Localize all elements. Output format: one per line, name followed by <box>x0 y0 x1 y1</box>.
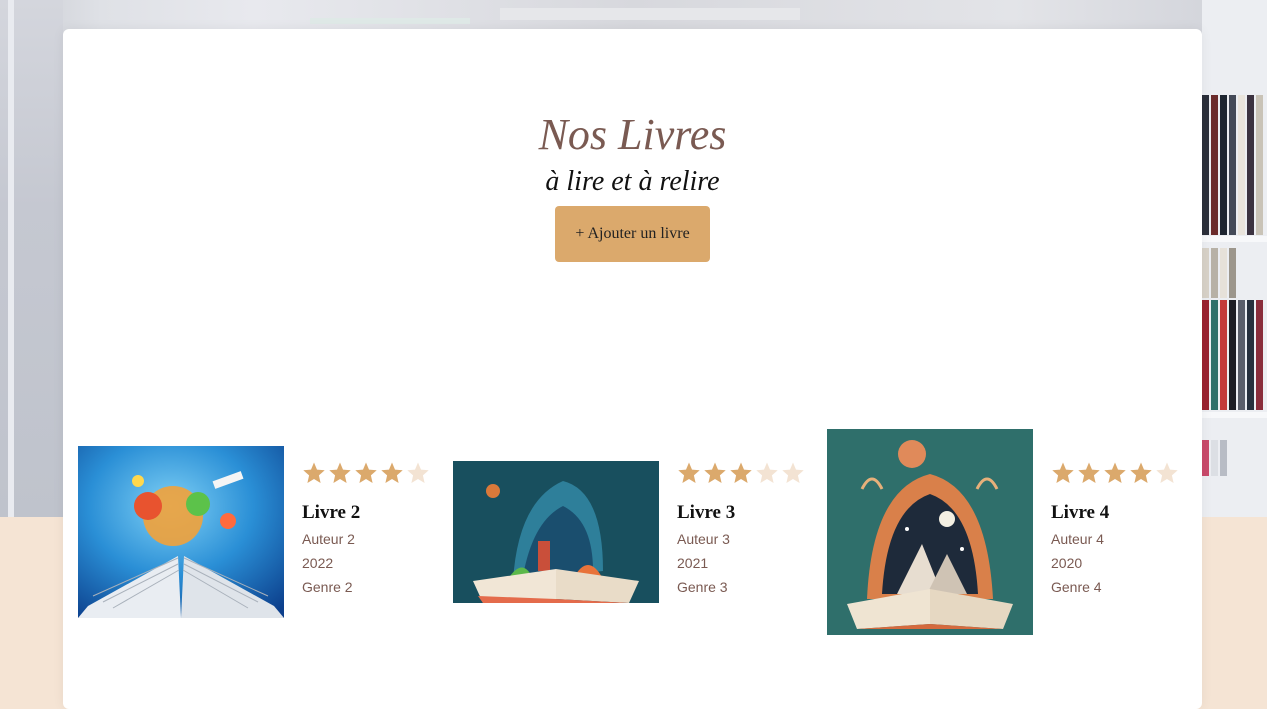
book-cover-image[interactable] <box>453 461 659 603</box>
star-filled-icon <box>1078 462 1100 483</box>
star-empty-icon <box>407 462 429 483</box>
star-empty-icon <box>782 462 804 483</box>
book-author: Auteur 2 <box>302 531 355 547</box>
rating-stars <box>1051 461 1179 485</box>
book-genre: Genre 4 <box>1051 579 1102 595</box>
star-filled-icon <box>1130 462 1152 483</box>
book-cover-image[interactable] <box>78 446 284 618</box>
right-shelf-decor <box>1202 0 1267 517</box>
rating-stars <box>677 461 805 485</box>
star-filled-icon <box>355 462 377 483</box>
book-year: 2020 <box>1051 555 1083 571</box>
star-filled-icon <box>1052 462 1074 483</box>
star-filled-icon <box>381 462 403 483</box>
book-genre: Genre 2 <box>302 579 353 595</box>
book-year: 2021 <box>677 555 709 571</box>
book-title: Livre 4 <box>1051 502 1110 523</box>
star-filled-icon <box>329 462 351 483</box>
star-filled-icon <box>303 462 325 483</box>
book-author: Auteur 4 <box>1051 531 1104 547</box>
page-title: Nos Livres <box>538 110 727 159</box>
star-filled-icon <box>730 462 752 483</box>
book-title: Livre 3 <box>677 502 736 523</box>
page-subtitle: à lire et à relire <box>545 166 720 197</box>
book-cover-image[interactable] <box>827 429 1033 635</box>
book-genre: Genre 3 <box>677 579 728 595</box>
add-book-button[interactable]: + Ajouter un livre <box>555 206 710 262</box>
book-author: Auteur 3 <box>677 531 730 547</box>
star-empty-icon <box>756 462 778 483</box>
rating-stars <box>302 461 430 485</box>
star-filled-icon <box>678 462 700 483</box>
star-empty-icon <box>1156 462 1178 483</box>
star-filled-icon <box>1104 462 1126 483</box>
left-shelf-decor <box>0 0 63 517</box>
book-year: 2022 <box>302 555 334 571</box>
star-filled-icon <box>704 462 726 483</box>
book-title: Livre 2 <box>302 502 361 523</box>
